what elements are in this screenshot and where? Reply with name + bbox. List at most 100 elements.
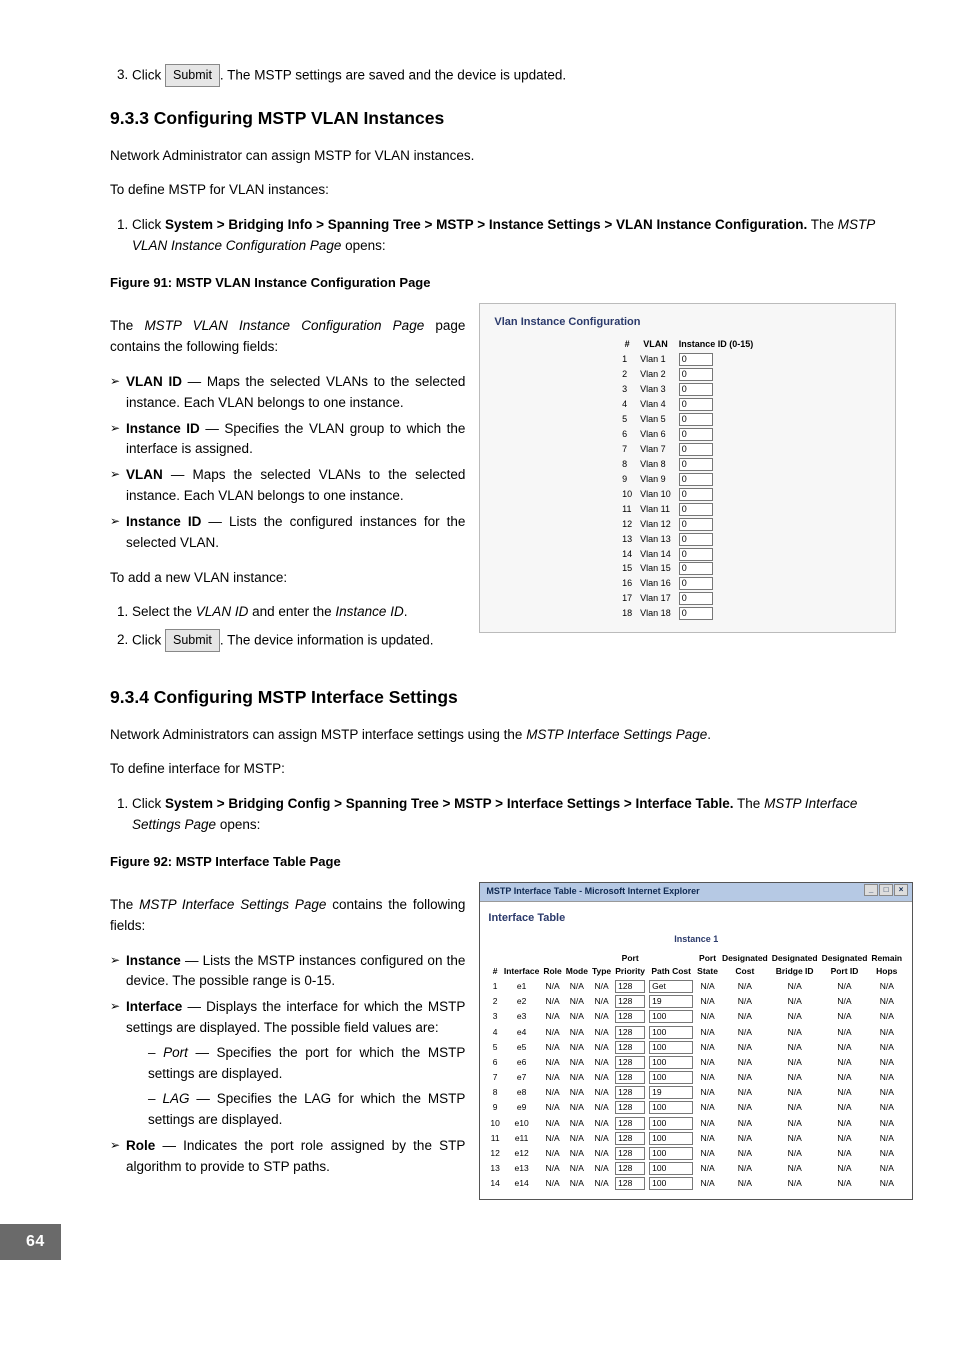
maximize-icon[interactable]: □ bbox=[879, 884, 893, 896]
table-row: 10Vlan 100 bbox=[618, 487, 757, 502]
instance-id-input[interactable]: 0 bbox=[679, 443, 713, 456]
table-row: 4e4N/AN/AN/A128100N/AN/AN/AN/AN/A bbox=[488, 1025, 904, 1040]
instance-id-input[interactable]: 0 bbox=[679, 413, 713, 426]
table-row: 13Vlan 130 bbox=[618, 532, 757, 547]
s933-step1: Click System > Bridging Info > Spanning … bbox=[132, 215, 896, 257]
port-priority-input[interactable]: 128 bbox=[615, 980, 645, 993]
instance-id-input[interactable]: 0 bbox=[679, 398, 713, 411]
instance-id-input[interactable]: 0 bbox=[679, 368, 713, 381]
s934-intro: The MSTP Interface Settings Page contain… bbox=[110, 895, 465, 937]
field-interface: Interface — Displays the interface for w… bbox=[110, 997, 465, 1131]
page-number: 64 bbox=[0, 1224, 61, 1261]
port-priority-input[interactable]: 128 bbox=[615, 1041, 645, 1054]
path-cost-input[interactable]: 19 bbox=[649, 1086, 693, 1099]
table-row: 9e9N/AN/AN/A128100N/AN/AN/AN/AN/A bbox=[488, 1100, 904, 1115]
port-priority-input[interactable]: 128 bbox=[615, 1101, 645, 1114]
minimize-icon[interactable]: _ bbox=[864, 884, 878, 896]
table-row: 5Vlan 50 bbox=[618, 413, 757, 428]
table-row: 17Vlan 170 bbox=[618, 592, 757, 607]
path-cost-input[interactable]: 100 bbox=[649, 1132, 693, 1145]
table-row: 7e7N/AN/AN/A128100N/AN/AN/AN/AN/A bbox=[488, 1070, 904, 1085]
figure-91-caption: Figure 91: MSTP VLAN Instance Configurat… bbox=[110, 273, 896, 293]
instance-id-input[interactable]: 0 bbox=[679, 488, 713, 501]
port-priority-input[interactable]: 128 bbox=[615, 1071, 645, 1084]
path-cost-input[interactable]: 100 bbox=[649, 1177, 693, 1190]
table-row: 15Vlan 150 bbox=[618, 562, 757, 577]
col-instance-id: Instance ID (0-15) bbox=[675, 337, 758, 353]
port-priority-input[interactable]: 128 bbox=[615, 1086, 645, 1099]
port-priority-input[interactable]: 128 bbox=[615, 1026, 645, 1039]
field-vlan: VLAN — Maps the selected VLANs to the se… bbox=[110, 465, 465, 507]
vlan-instance-table: # VLAN Instance ID (0-15) 1Vlan 102Vlan … bbox=[618, 337, 757, 622]
submit-button[interactable]: Submit bbox=[165, 629, 220, 652]
nav-path-933: System > Bridging Info > Spanning Tree >… bbox=[165, 217, 807, 232]
port-priority-input[interactable]: 128 bbox=[615, 1147, 645, 1160]
table-row: 3e3N/AN/AN/A128100N/AN/AN/AN/AN/A bbox=[488, 1009, 904, 1024]
table-row: 1Vlan 10 bbox=[618, 353, 757, 368]
port-priority-input[interactable]: 128 bbox=[615, 1117, 645, 1130]
field-vlan-id: VLAN ID — Maps the selected VLANs to the… bbox=[110, 372, 465, 414]
table-row: 8Vlan 80 bbox=[618, 457, 757, 472]
path-cost-input[interactable]: 100 bbox=[649, 1071, 693, 1084]
instance-id-input[interactable]: 0 bbox=[679, 383, 713, 396]
table-row: 11Vlan 110 bbox=[618, 502, 757, 517]
table-row: 9Vlan 90 bbox=[618, 472, 757, 487]
port-priority-input[interactable]: 128 bbox=[615, 995, 645, 1008]
table-row: 14Vlan 140 bbox=[618, 547, 757, 562]
add-step2: Click Submit. The device information is … bbox=[132, 629, 465, 652]
step3-post: . The MSTP settings are saved and the de… bbox=[220, 67, 566, 82]
table-row: 7Vlan 70 bbox=[618, 442, 757, 457]
instance-id-input[interactable]: 0 bbox=[679, 592, 713, 605]
heading-933: 9.3.3 Configuring MSTP VLAN Instances bbox=[110, 105, 896, 132]
instance-id-input[interactable]: 0 bbox=[679, 473, 713, 486]
col-num: # bbox=[618, 337, 636, 353]
instance-id-input[interactable]: 0 bbox=[679, 577, 713, 590]
instance-id-input[interactable]: 0 bbox=[679, 503, 713, 516]
panel1-title: Vlan Instance Configuration bbox=[494, 314, 881, 331]
port-priority-input[interactable]: 128 bbox=[615, 1132, 645, 1145]
instance-id-input[interactable]: 0 bbox=[679, 428, 713, 441]
port-priority-input[interactable]: 128 bbox=[615, 1010, 645, 1023]
table-row: 11e11N/AN/AN/A128100N/AN/AN/AN/AN/A bbox=[488, 1131, 904, 1146]
path-cost-input[interactable]: 100 bbox=[649, 1010, 693, 1023]
close-icon[interactable]: × bbox=[894, 884, 908, 896]
path-cost-input[interactable]: 100 bbox=[649, 1056, 693, 1069]
table-row: 1e1N/AN/AN/A128GetN/AN/AN/AN/AN/A bbox=[488, 979, 904, 994]
s933-p1: Network Administrator can assign MSTP fo… bbox=[110, 146, 896, 167]
instance-id-input[interactable]: 0 bbox=[679, 607, 713, 620]
port-priority-input[interactable]: 128 bbox=[615, 1162, 645, 1175]
s934-p1: Network Administrators can assign MSTP i… bbox=[110, 725, 896, 746]
path-cost-input[interactable]: 100 bbox=[649, 1041, 693, 1054]
field-instance: Instance — Lists the MSTP instances conf… bbox=[110, 951, 465, 993]
instance-id-input[interactable]: 0 bbox=[679, 548, 713, 561]
path-cost-input[interactable]: 100 bbox=[649, 1117, 693, 1130]
port-priority-input[interactable]: 128 bbox=[615, 1177, 645, 1190]
port-priority-input[interactable]: 128 bbox=[615, 1056, 645, 1069]
path-cost-input[interactable]: 100 bbox=[649, 1162, 693, 1175]
instance-id-input[interactable]: 0 bbox=[679, 353, 713, 366]
path-cost-input[interactable]: 19 bbox=[649, 995, 693, 1008]
heading-934: 9.3.4 Configuring MSTP Interface Setting… bbox=[110, 684, 896, 711]
add-intro: To add a new VLAN instance: bbox=[110, 568, 465, 589]
instance-id-input[interactable]: 0 bbox=[679, 533, 713, 546]
table-row: 5e5N/AN/AN/A128100N/AN/AN/AN/AN/A bbox=[488, 1040, 904, 1055]
field-instance-id-1: Instance ID — Specifies the VLAN group t… bbox=[110, 419, 465, 461]
path-cost-input[interactable]: 100 bbox=[649, 1101, 693, 1114]
table-row: 3Vlan 30 bbox=[618, 383, 757, 398]
s934-p2: To define interface for MSTP: bbox=[110, 759, 896, 780]
window-titlebar: MSTP Interface Table - Microsoft Interne… bbox=[480, 883, 912, 902]
col-vlan: VLAN bbox=[636, 337, 675, 353]
submit-button[interactable]: Submit bbox=[165, 64, 220, 87]
instance-id-input[interactable]: 0 bbox=[679, 458, 713, 471]
path-cost-input[interactable]: 100 bbox=[649, 1147, 693, 1160]
instance-id-input[interactable]: 0 bbox=[679, 518, 713, 531]
path-cost-input[interactable]: Get bbox=[649, 980, 693, 993]
instance-id-input[interactable]: 0 bbox=[679, 562, 713, 575]
table-row: 4Vlan 40 bbox=[618, 398, 757, 413]
table-row: 14e14N/AN/AN/A128100N/AN/AN/AN/AN/A bbox=[488, 1176, 904, 1191]
table-row: 6e6N/AN/AN/A128100N/AN/AN/AN/AN/A bbox=[488, 1055, 904, 1070]
path-cost-input[interactable]: 100 bbox=[649, 1026, 693, 1039]
table-row: 8e8N/AN/AN/A12819N/AN/AN/AN/AN/A bbox=[488, 1085, 904, 1100]
figure-92-caption: Figure 92: MSTP Interface Table Page bbox=[110, 852, 896, 872]
vlan-instance-config-panel: Vlan Instance Configuration # VLAN Insta… bbox=[479, 303, 896, 633]
